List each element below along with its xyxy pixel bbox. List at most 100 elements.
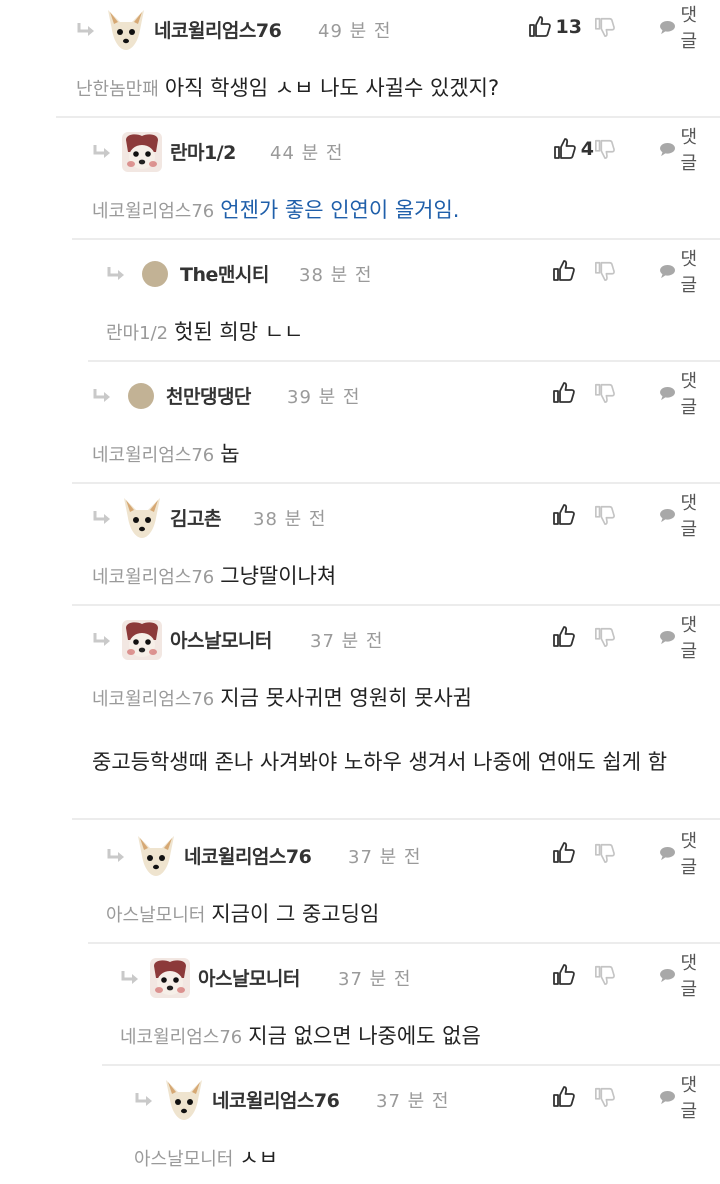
- thumbs-up-icon: [528, 16, 551, 37]
- like-button[interactable]: [552, 1084, 576, 1110]
- comment: 아스날모니터 37 분 전 댓글: [0, 610, 720, 824]
- like-button[interactable]: [552, 840, 576, 866]
- mention-username[interactable]: 아스날모니터: [134, 1149, 233, 1170]
- reply-button[interactable]: 댓글: [659, 371, 704, 418]
- thumbs-down-icon[interactable]: [594, 504, 616, 526]
- mention-username[interactable]: 네코윌리엄스76: [92, 201, 214, 222]
- speech-bubble-icon: [660, 142, 676, 157]
- comment-author[interactable]: 천만댕댕단: [166, 382, 251, 409]
- thumbs-up-icon: [553, 260, 575, 281]
- comment-author[interactable]: 란마1/2: [170, 138, 236, 165]
- comment: 아스날모니터 37 분 전 댓글: [0, 948, 720, 1070]
- speech-bubble-icon: [660, 386, 676, 401]
- comment-body: 네코윌리엄스76 지금 없으면 나중에도 없음: [120, 1022, 481, 1052]
- reply-button[interactable]: 댓글: [659, 127, 704, 174]
- reply-label: 댓글: [680, 5, 698, 52]
- comment-divider: [88, 942, 720, 944]
- like-button[interactable]: [552, 962, 576, 988]
- comment-header: 아스날모니터 37 분 전 댓글: [0, 948, 720, 1004]
- thumbs-down-icon[interactable]: [594, 964, 616, 986]
- thumbs-down-icon[interactable]: [594, 138, 616, 160]
- thumbs-down-icon[interactable]: [594, 260, 616, 282]
- comment-body: 네코윌리엄스76 언젠가 좋은 인연이 올거임.: [92, 196, 460, 226]
- comment-divider: [88, 360, 720, 362]
- comment-author[interactable]: 네코윌리엄스76: [212, 1086, 340, 1113]
- thumbs-down-icon[interactable]: [594, 382, 616, 404]
- default-avatar[interactable]: [142, 261, 168, 287]
- reply-label: 댓글: [680, 953, 698, 1000]
- comment-author[interactable]: 네코윌리엄스76: [154, 16, 282, 43]
- mention-username[interactable]: 네코윌리엄스76: [92, 689, 214, 710]
- dog-avatar[interactable]: [134, 834, 178, 878]
- mention-username[interactable]: 네코윌리엄스76: [120, 1027, 242, 1048]
- like-count: 13: [555, 16, 582, 38]
- comment-header: The맨시티 38 분 전 댓글: [0, 244, 720, 300]
- comment-divider: [72, 818, 720, 820]
- reply-arrow-icon: [93, 633, 110, 646]
- mention-username[interactable]: 아스날모니터: [106, 905, 205, 926]
- comment-text: 지금이 그 중고딩임: [211, 902, 380, 926]
- like-button[interactable]: [552, 624, 576, 650]
- comment-text: 헛된 희망 ㄴㄴ: [174, 320, 304, 344]
- mention-username[interactable]: 난한놈만패: [76, 79, 159, 100]
- thumbs-down-icon[interactable]: [594, 842, 616, 864]
- dog-avatar[interactable]: [104, 8, 148, 52]
- speech-bubble-icon: [660, 968, 676, 983]
- dog-face-avatar[interactable]: [120, 130, 164, 174]
- thumbs-up-icon: [553, 138, 576, 159]
- comment-time: 37 분 전: [338, 969, 412, 990]
- thumbs-up-icon: [553, 382, 575, 403]
- comment-time: 38 분 전: [299, 265, 373, 286]
- comment-author[interactable]: 아스날모니터: [170, 626, 272, 653]
- default-avatar[interactable]: [128, 383, 154, 409]
- comment-author[interactable]: 아스날모니터: [198, 964, 300, 991]
- speech-bubble-icon: [660, 264, 676, 279]
- speech-bubble-icon: [660, 846, 676, 861]
- comment-author[interactable]: 김고촌: [170, 504, 221, 531]
- speech-bubble-icon: [660, 20, 676, 35]
- comment-time: 39 분 전: [287, 387, 361, 408]
- reply-button[interactable]: 댓글: [659, 615, 704, 662]
- comment-body: 난한놈만패 아직 학생임 ㅅㅂ 나도 사귈수 있겠지?: [76, 74, 499, 104]
- comment-time: 37 분 전: [348, 847, 422, 868]
- dog-face-avatar[interactable]: [120, 618, 164, 662]
- reply-label: 댓글: [680, 831, 698, 878]
- like-button[interactable]: [552, 502, 576, 528]
- thumbs-down-icon[interactable]: [594, 16, 616, 38]
- reply-button[interactable]: 댓글: [659, 831, 704, 878]
- comment-time: 49 분 전: [318, 21, 392, 42]
- reply-arrow-icon: [135, 1093, 152, 1106]
- dog-avatar[interactable]: [162, 1078, 206, 1122]
- like-button[interactable]: 4: [553, 136, 594, 162]
- like-button[interactable]: 13: [528, 14, 582, 40]
- speech-bubble-icon: [660, 630, 676, 645]
- reply-button[interactable]: 댓글: [659, 249, 704, 296]
- reply-button[interactable]: 댓글: [659, 5, 704, 52]
- thumbs-down-icon[interactable]: [594, 1086, 616, 1108]
- comment-body: 네코윌리엄스76 놉: [92, 440, 240, 470]
- comment-author[interactable]: 네코윌리엄스76: [184, 842, 312, 869]
- mention-username[interactable]: 란마1/2: [106, 323, 168, 344]
- comment-header: 아스날모니터 37 분 전 댓글: [0, 610, 720, 666]
- comment: 네코윌리엄스76 37 분 전 댓글: [0, 826, 720, 948]
- reply-button[interactable]: 댓글: [659, 493, 704, 540]
- mention-username[interactable]: 네코윌리엄스76: [92, 567, 214, 588]
- reply-arrow-icon: [93, 145, 110, 158]
- comment: 네코윌리엄스76 49 분 전 13 댓글 난한놈만패 아직 학생임 ㅅㅂ 나도…: [0, 0, 720, 122]
- comment-author[interactable]: The맨시티: [180, 260, 269, 287]
- comment-text-continued: 중고등학생때 존나 사겨봐야 노하우 생겨서 나중에 연애도 쉽게 함: [92, 750, 668, 774]
- comment-text: ㅅㅂ: [239, 1146, 278, 1170]
- comment-header: 천만댕댕단 39 분 전 댓글: [0, 366, 720, 422]
- comment-body: 아스날모니터 ㅅㅂ: [134, 1144, 278, 1174]
- reply-arrow-icon: [107, 849, 124, 862]
- reply-button[interactable]: 댓글: [659, 1075, 704, 1122]
- comment: 김고촌 38 분 전 댓글 네코윌리엄스76 그냥딸이나쳐: [0, 488, 720, 610]
- dog-avatar[interactable]: [120, 496, 164, 540]
- comment-text: 지금 없으면 나중에도 없음: [248, 1024, 481, 1048]
- thumbs-down-icon[interactable]: [594, 626, 616, 648]
- reply-button[interactable]: 댓글: [659, 953, 704, 1000]
- like-button[interactable]: [552, 258, 576, 284]
- like-button[interactable]: [552, 380, 576, 406]
- mention-username[interactable]: 네코윌리엄스76: [92, 445, 214, 466]
- dog-face-avatar[interactable]: [148, 956, 192, 1000]
